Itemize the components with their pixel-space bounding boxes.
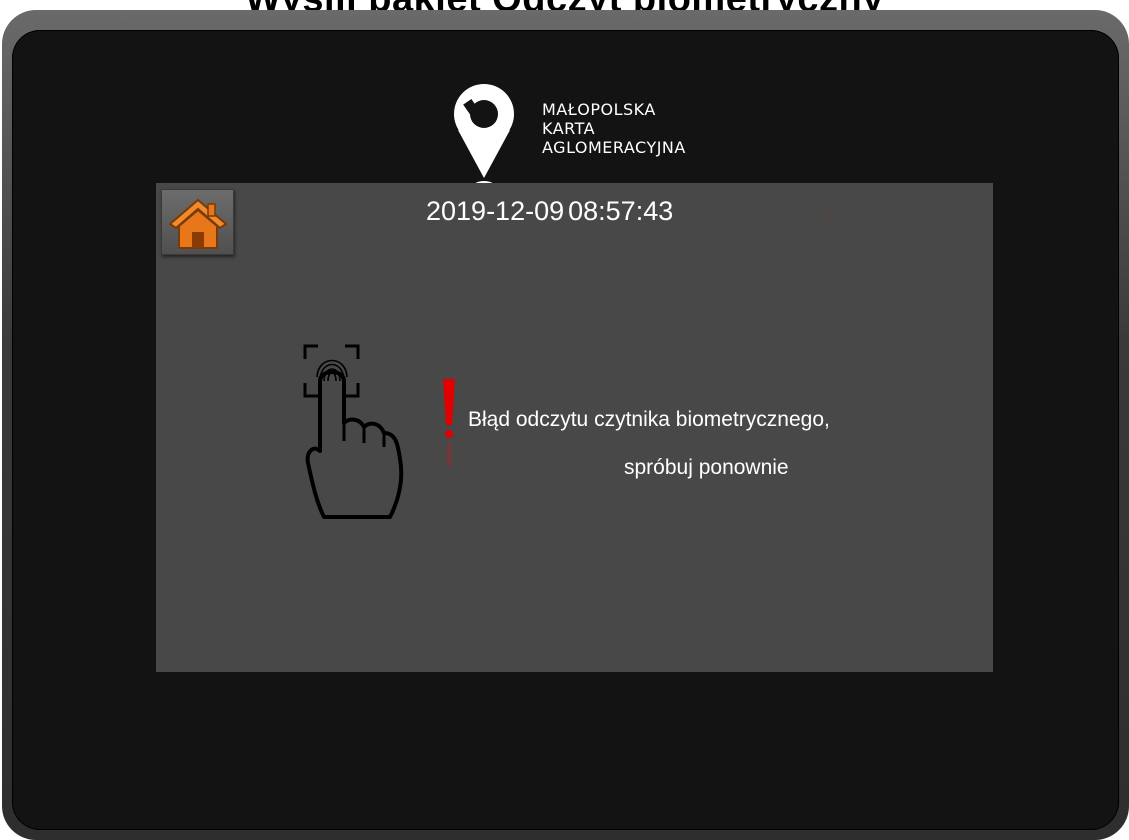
mka-logo: MAŁOPOLSKA KARTA AGLOMERACYJNA (448, 80, 738, 200)
home-button[interactable] (161, 189, 234, 255)
fingerprint-scan-icon (303, 344, 404, 519)
error-message-line2: spróbuj ponownie (624, 456, 789, 479)
divider (827, 207, 828, 231)
logo-line: MAŁOPOLSKA (542, 100, 656, 119)
error-message: Błąd odczytu czytnika biometrycznego, sp… (468, 407, 830, 481)
main-panel: 2019-12-09 08:57:43 Błąd odczytu czytnik… (156, 183, 993, 672)
logo-text: MAŁOPOLSKA KARTA AGLOMERACYJNA (542, 100, 686, 157)
date-text: 2019-12-09 (426, 196, 565, 226)
exclamation-icon (443, 379, 455, 467)
logo-line: AGLOMERACYJNA (542, 138, 686, 157)
datetime-display: 2019-12-09 08:57:43 (426, 196, 673, 227)
time-text: 08:57:43 (568, 196, 674, 226)
map-pin-logo-icon (454, 84, 514, 195)
home-icon (168, 198, 228, 249)
error-message-line1: Błąd odczytu czytnika biometrycznego, (468, 408, 830, 431)
device-frame: MAŁOPOLSKA KARTA AGLOMERACYJNA 2019-12-0… (2, 10, 1129, 840)
logo-line: KARTA (542, 119, 596, 138)
